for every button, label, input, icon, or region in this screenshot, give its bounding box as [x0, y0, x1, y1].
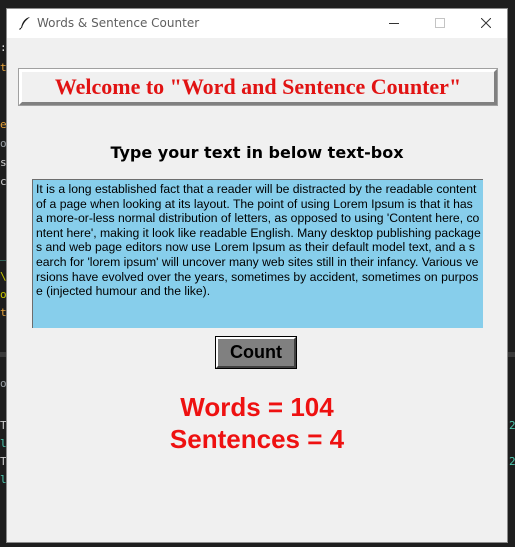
words-result: Words = 104	[180, 392, 334, 422]
feather-icon	[18, 16, 32, 30]
bg-fragment: 2	[509, 455, 515, 468]
close-button[interactable]	[463, 9, 509, 38]
maximize-icon	[435, 18, 445, 28]
close-icon	[481, 18, 491, 28]
welcome-header: Welcome to "Word and Sentence Counter"	[18, 68, 498, 106]
window-title: Words & Sentence Counter	[37, 16, 200, 30]
app-window: Words & Sentence Counter Welcome to "Wor…	[6, 8, 508, 543]
minimize-icon	[389, 23, 399, 24]
instruction-label: Type your text in below text-box	[110, 143, 404, 162]
title-bar[interactable]: Words & Sentence Counter	[7, 9, 507, 38]
count-button[interactable]: Count	[215, 336, 297, 369]
bg-fragment: 2	[509, 419, 515, 432]
minimize-button[interactable]	[371, 9, 417, 38]
sentences-result: Sentences = 4	[169, 424, 345, 454]
maximize-button[interactable]	[417, 9, 463, 38]
text-input-box[interactable]: It is a long established fact that a rea…	[32, 179, 483, 328]
